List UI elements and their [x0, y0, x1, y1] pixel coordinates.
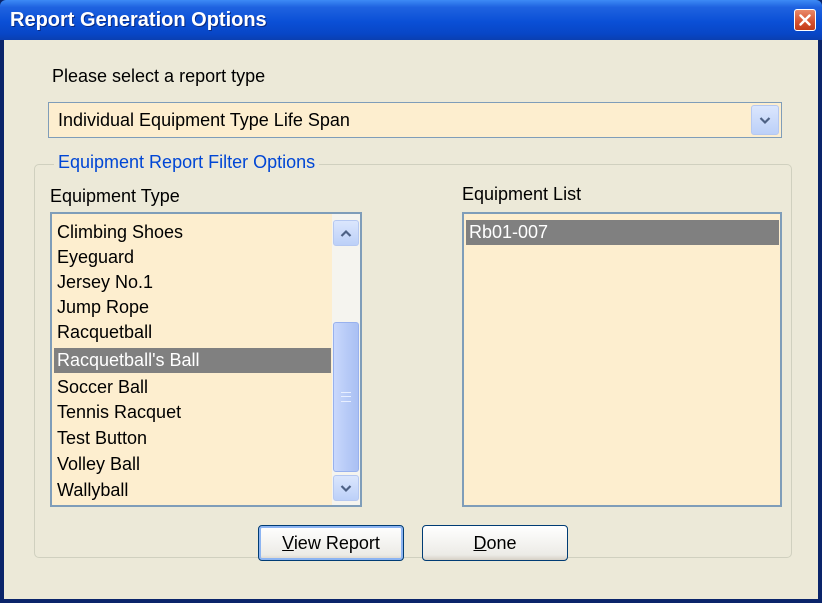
grip-icon	[341, 392, 351, 402]
done-label: Done	[473, 532, 517, 553]
equipment-type-scrollbar[interactable]	[332, 214, 360, 505]
view-report-button[interactable]: View Report	[258, 525, 404, 561]
chevron-down-icon	[340, 484, 352, 492]
equipment-type-label: Equipment Type	[50, 186, 180, 206]
chevron-down-icon	[759, 116, 771, 124]
list-item[interactable]: Jersey No.1	[54, 270, 153, 295]
scroll-down-button[interactable]	[333, 475, 359, 501]
list-item[interactable]: Tennis Racquet	[54, 400, 181, 425]
list-item[interactable]: Volley Ball	[54, 452, 140, 477]
title-bar[interactable]: Report Generation Options	[0, 0, 822, 40]
list-item-selected[interactable]: Racquetball's Ball	[54, 348, 331, 373]
equipment-type-listbox[interactable]: Climbing Shoes Eyeguard Jersey No.1 Jump…	[50, 212, 362, 507]
list-item[interactable]: Wallyball	[54, 478, 128, 503]
view-report-label: View Report	[282, 532, 380, 553]
report-type-selected: Individual Equipment Type Life Span	[58, 110, 350, 130]
window-title: Report Generation Options	[10, 9, 267, 31]
done-button[interactable]: Done	[422, 525, 568, 561]
list-item-selected[interactable]: Rb01-007	[466, 220, 779, 245]
filter-options-legend: Equipment Report Filter Options	[54, 152, 320, 173]
list-item[interactable]: Racquetball	[54, 320, 152, 345]
report-type-dropdown[interactable]: Individual Equipment Type Life Span	[48, 102, 782, 138]
close-icon	[799, 14, 811, 26]
list-item[interactable]: Soccer Ball	[54, 375, 148, 400]
report-options-window: Report Generation Options Please select …	[0, 0, 822, 603]
close-button[interactable]	[794, 9, 816, 31]
list-item[interactable]: Eyeguard	[54, 245, 134, 270]
list-item[interactable]: Climbing Shoes	[54, 220, 183, 245]
equipment-list-label: Equipment List	[462, 184, 582, 204]
chevron-up-icon	[340, 229, 352, 237]
report-type-label: Please select a report type	[52, 66, 266, 86]
list-item[interactable]: Jump Rope	[54, 295, 149, 320]
scroll-up-button[interactable]	[333, 220, 359, 246]
dropdown-button[interactable]	[751, 105, 779, 135]
scroll-thumb[interactable]	[333, 322, 359, 472]
list-item[interactable]: Test Button	[54, 426, 147, 451]
equipment-list-listbox[interactable]: Rb01-007	[462, 212, 782, 507]
